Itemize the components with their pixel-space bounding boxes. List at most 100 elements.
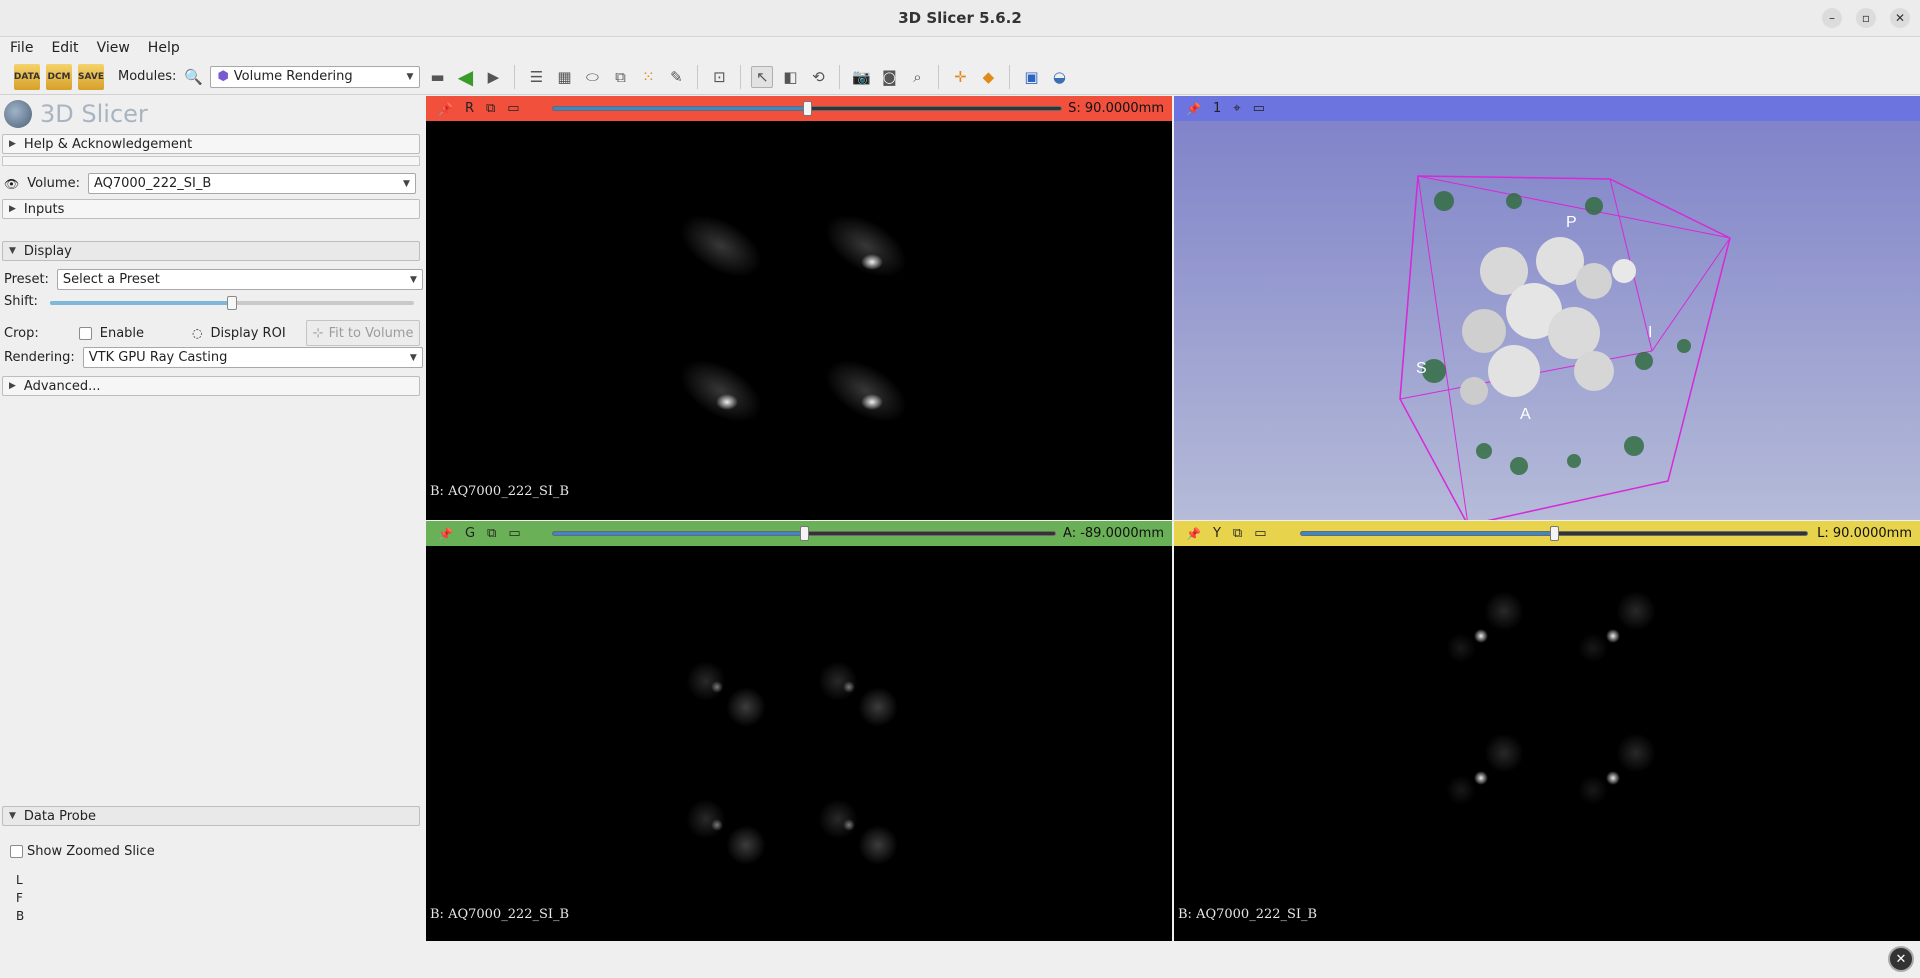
- show-zoomed-slice-row: Show Zoomed Slice: [10, 844, 155, 859]
- segment-editor-icon[interactable]: ✎: [665, 66, 687, 88]
- chevron-right-icon: ▶: [9, 204, 16, 214]
- scene-view-icon[interactable]: ⌕: [906, 66, 928, 88]
- advanced-section[interactable]: ▶ Advanced...: [2, 376, 420, 396]
- yellow-slice-offset-slider[interactable]: [1300, 526, 1808, 541]
- link-icon[interactable]: ⧉: [487, 526, 496, 541]
- volume-row: 👁 Volume: AQ7000_222_SI_B ▼: [4, 173, 416, 194]
- rendering-method-selector[interactable]: VTK GPU Ray Casting ▼: [82, 347, 423, 368]
- volume-label: Volume:: [27, 176, 80, 191]
- show-zoomed-slice-label: Show Zoomed Slice: [27, 844, 155, 859]
- slicer-logo: 3D Slicer: [4, 100, 148, 128]
- maximize-view-icon[interactable]: ▭: [1253, 101, 1265, 116]
- probe-line-f: F: [16, 891, 23, 905]
- show-zoomed-slice-checkbox[interactable]: [10, 845, 23, 858]
- red-slider-handle[interactable]: [803, 101, 812, 116]
- toolbar-separator: [1009, 64, 1011, 89]
- link-icon[interactable]: ⧉: [1233, 526, 1242, 541]
- error-log-close-icon[interactable]: ✕: [1888, 946, 1914, 972]
- molecule-spheres: [1460, 237, 1636, 405]
- red-slice-view[interactable]: 📌 R ⧉ ▭ S: 90.0000mm B: AQ7000_222_SI_B: [426, 96, 1172, 520]
- forward-arrow-icon[interactable]: ▶: [482, 66, 504, 88]
- red-slice-offset-slider[interactable]: [552, 101, 1062, 116]
- volumes-module-icon[interactable]: ▦: [553, 66, 575, 88]
- save-button[interactable]: SAVE: [78, 63, 104, 90]
- models-module-icon[interactable]: ⬭: [581, 66, 603, 88]
- three-d-view[interactable]: 📌 1 ⌖ ▭ P S I A: [1174, 96, 1920, 520]
- load-data-label: DATA: [13, 71, 41, 82]
- transforms-module-icon[interactable]: ⧉: [609, 66, 631, 88]
- maximize-icon[interactable]: ▫: [1856, 8, 1876, 28]
- green-slice-view[interactable]: 📌 G ⧉ ▭ A: -89.0000mm B: AQ7000_222_SI_B: [426, 521, 1172, 941]
- eye-icon[interactable]: 👁: [4, 177, 19, 191]
- probe-line-l: L: [16, 873, 23, 887]
- volume-selector[interactable]: AQ7000_222_SI_B ▼: [87, 173, 416, 194]
- help-acknowledgement-section[interactable]: ▶ Help & Acknowledgement: [2, 134, 420, 154]
- shift-row: Shift:: [4, 294, 38, 309]
- three-d-view-controller: 📌 1 ⌖ ▭: [1174, 96, 1920, 121]
- load-data-button[interactable]: DATA: [13, 63, 41, 90]
- pointer-tool-icon[interactable]: ↖: [751, 65, 774, 88]
- menu-edit[interactable]: Edit: [51, 40, 78, 56]
- preset-selector[interactable]: Select a Preset ▼: [56, 269, 423, 290]
- pin-icon[interactable]: 📌: [1186, 527, 1201, 541]
- screenshot-icon[interactable]: 📷: [850, 66, 872, 88]
- crosshair-icon[interactable]: ✛: [949, 66, 971, 88]
- close-window-icon[interactable]: ✕: [1890, 8, 1910, 28]
- green-slice-offset-slider[interactable]: [552, 526, 1056, 541]
- menu-file[interactable]: File: [10, 40, 33, 56]
- display-roi-label: Display ROI: [210, 325, 286, 341]
- green-slider-handle[interactable]: [800, 526, 809, 541]
- green-slice-offset-value: A: -89.0000mm: [1063, 526, 1164, 541]
- capture-icon[interactable]: ◙: [878, 66, 900, 88]
- chevron-down-icon: ▼: [9, 246, 16, 256]
- back-arrow-icon[interactable]: ◀: [454, 65, 476, 89]
- shift-slider[interactable]: [50, 296, 414, 310]
- shift-slider-handle[interactable]: [227, 296, 237, 310]
- dicom-button[interactable]: DCM: [46, 63, 72, 90]
- title-bar: 3D Slicer 5.6.2 – ▫ ✕: [0, 0, 1920, 37]
- inputs-section[interactable]: ▶ Inputs: [2, 199, 420, 219]
- python-console-icon[interactable]: ◒: [1048, 66, 1070, 88]
- center-view-icon[interactable]: ⌖: [1233, 101, 1240, 116]
- three-d-scene: P S I A: [1399, 175, 1731, 520]
- maximize-view-icon[interactable]: ▭: [508, 526, 520, 541]
- roi-eye-icon[interactable]: ◌: [192, 326, 202, 340]
- yellow-volume-label: B: AQ7000_222_SI_B: [1178, 907, 1318, 922]
- green-slider-fill: [553, 532, 805, 535]
- shift-label: Shift:: [4, 294, 38, 309]
- data-probe-section-label: Data Probe: [23, 808, 96, 824]
- pin-icon[interactable]: 📌: [438, 102, 453, 116]
- fit-to-volume-button[interactable]: ⊹ Fit to Volume: [305, 320, 421, 346]
- layout-icon[interactable]: ◆: [977, 66, 999, 88]
- minimize-icon[interactable]: –: [1822, 8, 1842, 28]
- link-icon[interactable]: ⧉: [486, 101, 495, 116]
- maximize-view-icon[interactable]: ▭: [1254, 526, 1266, 541]
- red-slider-fill: [553, 107, 808, 110]
- window-level-icon[interactable]: ◧: [779, 66, 801, 88]
- crop-enable-label: Enable: [99, 325, 145, 341]
- module-selector[interactable]: ⬢ Volume Rendering ▼: [210, 65, 421, 88]
- view-transform-icon[interactable]: ⟲: [807, 66, 829, 88]
- probe-b: B: [16, 909, 25, 923]
- module-search-icon[interactable]: 🔍: [182, 66, 204, 88]
- markups-module-icon[interactable]: ⁙: [637, 66, 659, 88]
- green-view-letter: G: [464, 526, 476, 541]
- chevron-down-icon: ▼: [403, 178, 410, 189]
- yellow-slice-offset-value: L: 90.0000mm: [1817, 526, 1912, 541]
- extensions-manager-icon[interactable]: ⊡: [708, 66, 730, 88]
- extension-wizard-icon[interactable]: ▣: [1020, 66, 1042, 88]
- pin-icon[interactable]: 📌: [438, 527, 453, 541]
- yellow-slice-view[interactable]: 📌 Y ⧉ ▭ L: 90.0000mm B: AQ7000_222_SI_B: [1174, 521, 1920, 941]
- display-section[interactable]: ▼ Display: [2, 241, 420, 261]
- yellow-slider-handle[interactable]: [1550, 526, 1559, 541]
- menu-view[interactable]: View: [97, 40, 130, 56]
- crop-enable-checkbox[interactable]: [78, 326, 92, 340]
- maximize-view-icon[interactable]: ▭: [507, 101, 519, 116]
- slicer-logo-icon: [4, 100, 32, 128]
- red-view-letter: R: [464, 101, 474, 116]
- data-module-icon[interactable]: ☰: [525, 66, 547, 88]
- data-probe-section[interactable]: ▼ Data Probe: [2, 806, 420, 826]
- module-history-icon[interactable]: ▬: [426, 66, 448, 88]
- menu-help[interactable]: Help: [148, 40, 180, 56]
- pin-icon[interactable]: 📌: [1186, 102, 1201, 116]
